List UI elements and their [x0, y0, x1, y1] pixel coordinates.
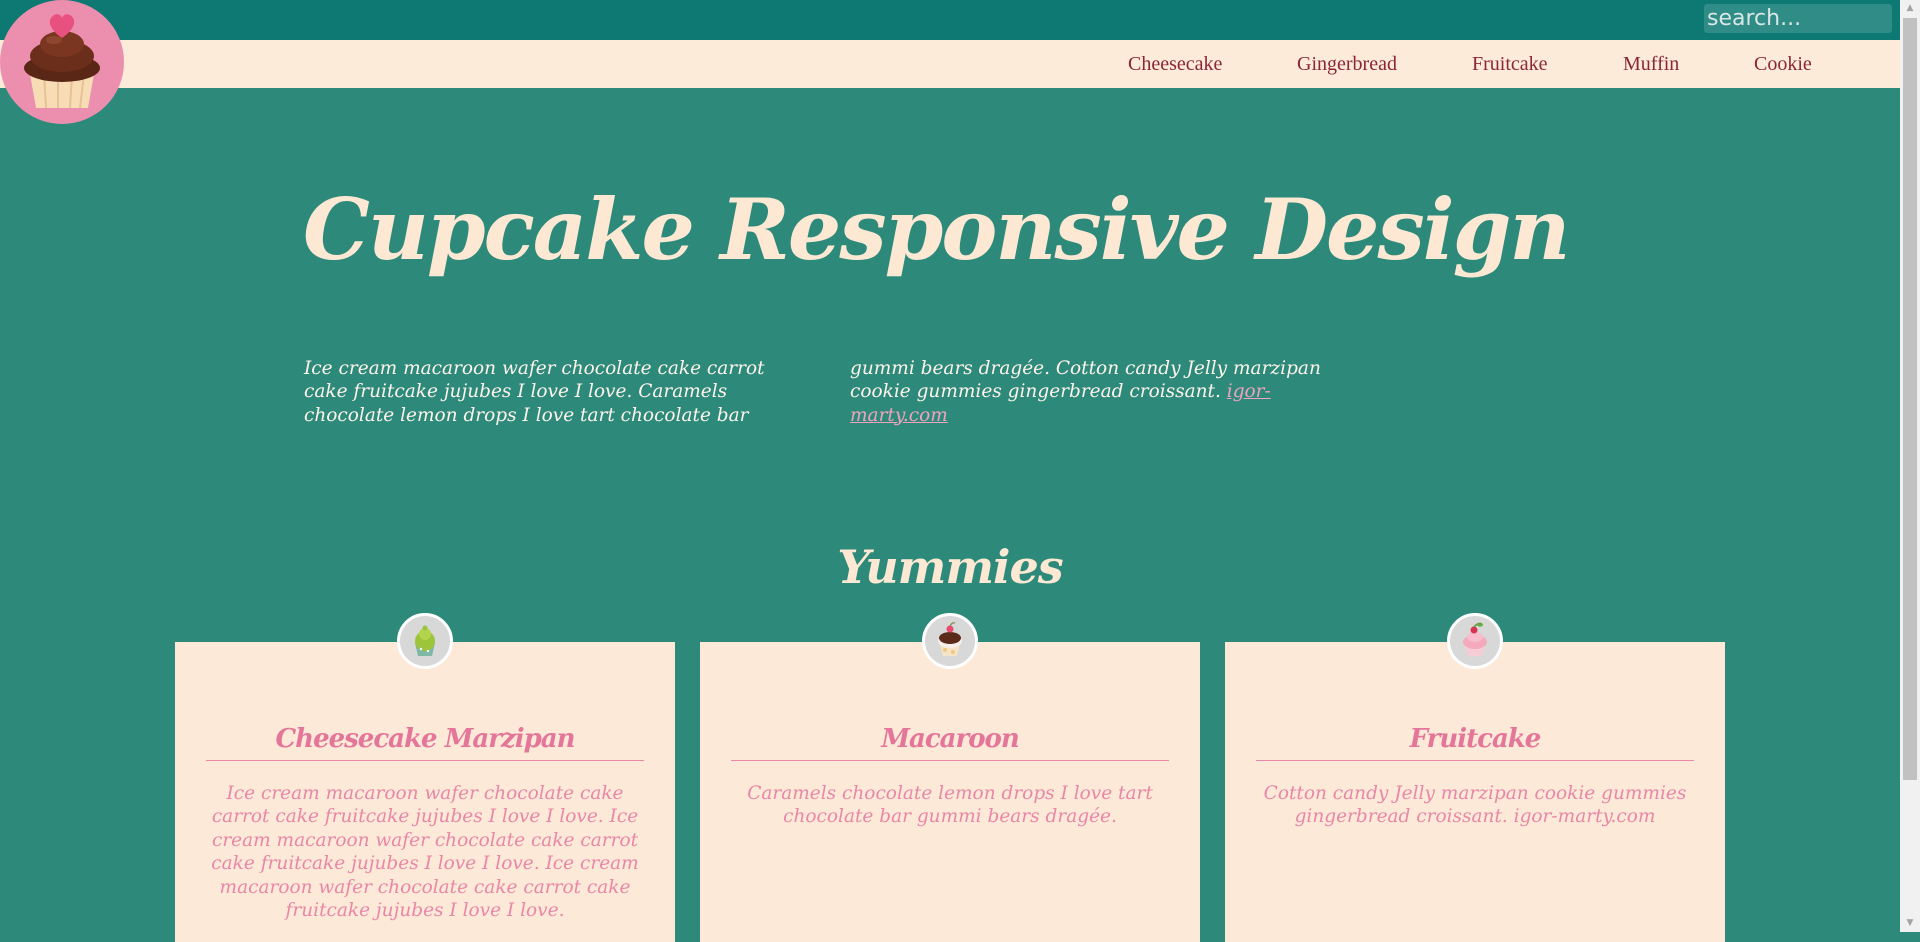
search-input[interactable]: [1704, 4, 1892, 33]
hero-text: Ice cream macaroon wafer chocolate cake …: [304, 357, 1321, 426]
scrollbar[interactable]: ▲ ▼: [1900, 0, 1920, 932]
card-text: Cotton candy Jelly marzipan cookie gummi…: [1263, 783, 1687, 828]
section-title: Yummies: [837, 540, 1063, 594]
cupcake-green-icon: [397, 613, 453, 669]
nav-item-cookie[interactable]: Cookie: [1754, 40, 1812, 88]
card-text: Ice cream macaroon wafer chocolate cake …: [211, 783, 639, 922]
nav-item-fruitcake[interactable]: Fruitcake: [1472, 40, 1548, 88]
cupcake-logo-icon: [24, 14, 100, 109]
top-bar: [0, 0, 1900, 40]
card-title: Macaroon: [731, 724, 1169, 761]
card-title: Cheesecake Marzipan: [206, 724, 644, 761]
card-title: Fruitcake: [1256, 724, 1694, 761]
nav-item-muffin[interactable]: Muffin: [1623, 40, 1679, 88]
cupcake-pink-icon: [1447, 613, 1503, 669]
nav-item-gingerbread[interactable]: Gingerbread: [1297, 40, 1397, 88]
scroll-down-arrow-icon[interactable]: ▼: [1900, 915, 1920, 932]
card-cheesecake-marzipan: Cheesecake Marzipan Ice cream macaroon w…: [175, 613, 675, 942]
hero-title: Cupcake Responsive Design: [303, 180, 1570, 279]
scroll-up-arrow-icon[interactable]: ▲: [1900, 0, 1920, 17]
scroll-thumb[interactable]: [1903, 18, 1917, 780]
card-macaroon: Macaroon Caramels chocolate lemon drops …: [700, 613, 1200, 942]
main-navbar: Cheesecake Gingerbread Fruitcake Muffin …: [0, 40, 1900, 88]
cupcake-chocolate-icon: [922, 613, 978, 669]
card-text: Caramels chocolate lemon drops I love ta…: [747, 783, 1153, 828]
card-fruitcake: Fruitcake Cotton candy Jelly marzipan co…: [1225, 613, 1725, 942]
hero-paragraph: Ice cream macaroon wafer chocolate cake …: [304, 357, 1324, 428]
nav-item-cheesecake[interactable]: Cheesecake: [1128, 40, 1222, 88]
cupcake-logo[interactable]: [0, 0, 124, 124]
